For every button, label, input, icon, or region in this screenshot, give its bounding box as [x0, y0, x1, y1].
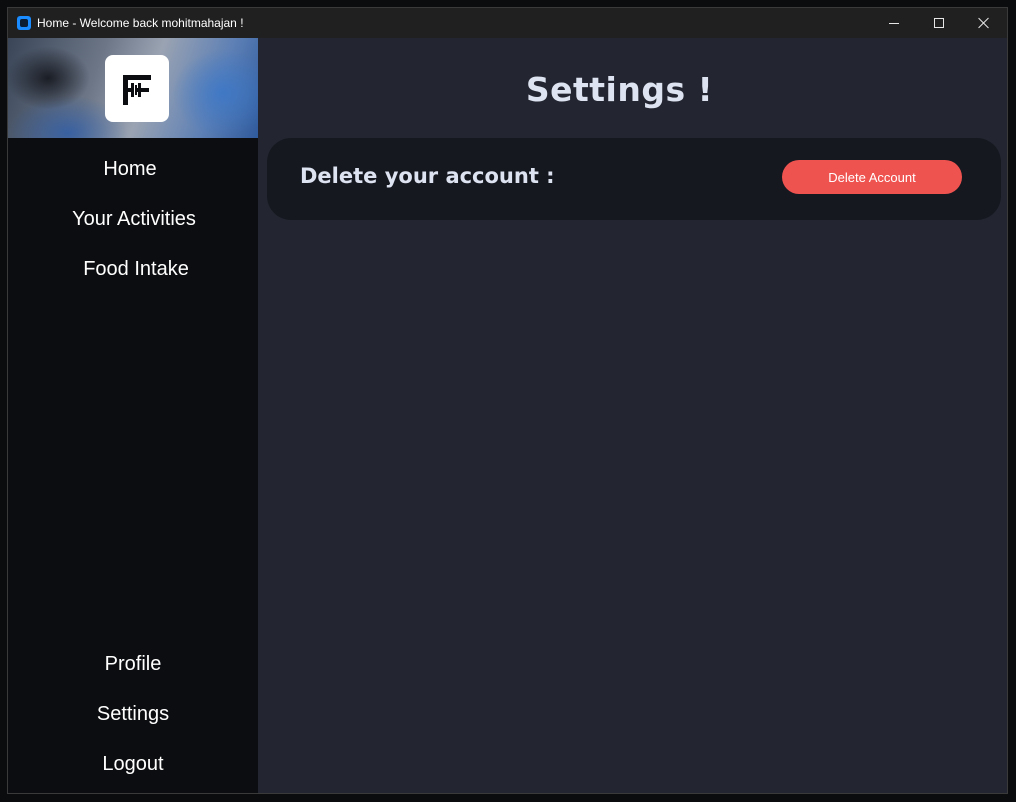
close-icon [978, 17, 990, 29]
sidebar-item-home[interactable]: Home [8, 151, 255, 187]
logo-icon [123, 74, 151, 105]
app-window: Home - Welcome back mohitmahajan ! Home … [7, 7, 1008, 794]
minimize-button[interactable] [871, 8, 917, 38]
page-title: Settings ! [525, 70, 714, 109]
sidebar-item-profile[interactable]: Profile [8, 646, 258, 682]
close-button[interactable] [961, 8, 1007, 38]
sidebar-banner-image [8, 38, 258, 138]
delete-account-button[interactable]: Delete Account [782, 160, 962, 194]
sidebar-item-settings[interactable]: Settings [8, 696, 258, 732]
maximize-icon [934, 18, 944, 28]
maximize-button[interactable] [916, 8, 962, 38]
sidebar-item-logout[interactable]: Logout [8, 746, 258, 782]
title-bar[interactable]: Home - Welcome back mohitmahajan ! [8, 8, 1007, 38]
sidebar-item-food-intake[interactable]: Food Intake [11, 251, 261, 287]
main-content: Settings ! Delete your account : Delete … [258, 38, 1007, 793]
app-icon [17, 16, 31, 30]
sidebar: Home Your Activities Food Intake Profile… [8, 38, 261, 793]
fitness-f-logo [105, 55, 169, 122]
minimize-icon [889, 22, 899, 24]
delete-account-label: Delete your account : [300, 164, 555, 188]
window-title: Home - Welcome back mohitmahajan ! [37, 16, 244, 30]
sidebar-item-your-activities[interactable]: Your Activities [9, 201, 259, 237]
delete-account-card: Delete your account : Delete Account [267, 138, 1001, 220]
